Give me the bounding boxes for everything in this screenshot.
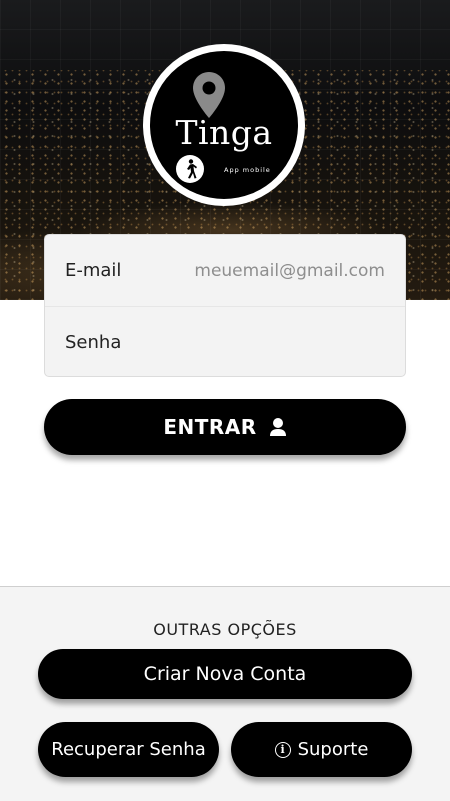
logo-brand-text: Tinga [175,113,273,152]
recover-password-label: Recuperar Senha [51,739,206,760]
create-account-button[interactable]: Criar Nova Conta [38,649,412,699]
map-pin-icon [193,72,225,118]
password-field[interactable] [177,332,385,352]
logo-subtitle: App mobile [224,166,271,174]
enter-button-label: ENTRAR [163,415,257,439]
divider [30,618,420,619]
info-icon: i [274,741,291,758]
login-form: E-mail Senha [44,234,406,377]
support-button[interactable]: i Suporte [231,722,412,777]
email-row: E-mail [45,235,405,306]
email-field[interactable] [177,260,385,281]
password-row: Senha [45,306,405,377]
other-options-title: OUTRAS OPÇÕES [153,620,297,639]
pedestrian-icon [176,155,204,183]
recover-password-button[interactable]: Recuperar Senha [38,722,219,777]
email-label: E-mail [65,260,122,281]
user-icon [269,418,286,436]
support-label: Suporte [297,739,369,760]
password-label: Senha [65,331,122,353]
app-logo: Tinga App mobile [143,44,305,206]
enter-button[interactable]: ENTRAR [44,399,406,455]
create-account-label: Criar Nova Conta [143,663,307,685]
